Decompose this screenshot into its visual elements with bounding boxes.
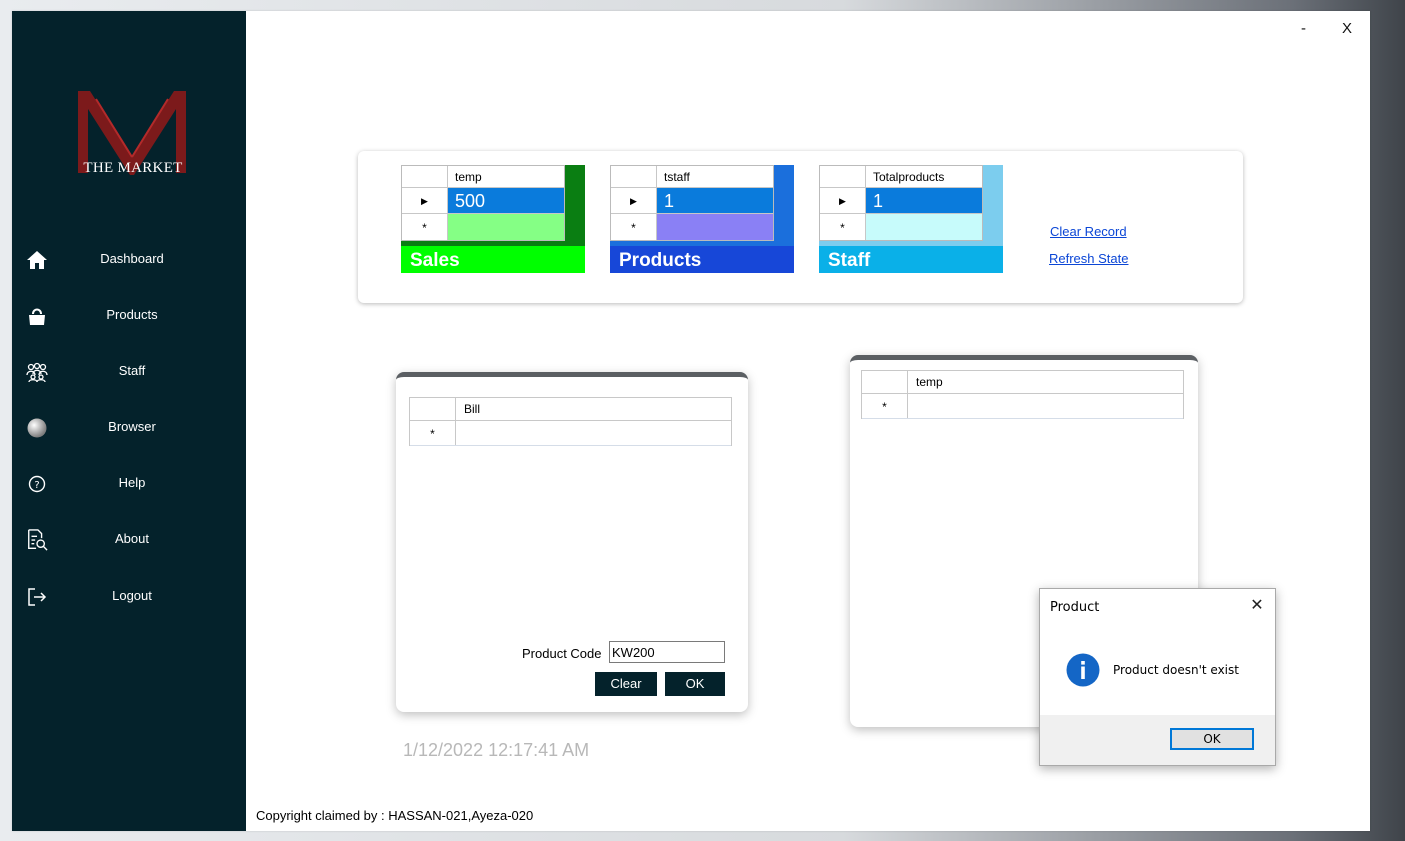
grid-header-row: tstaff: [611, 166, 773, 188]
grid-cell-value[interactable]: 1: [657, 188, 773, 213]
new-row-marker: *: [862, 394, 908, 418]
sidebar-item-staff[interactable]: Staff: [12, 351, 246, 391]
clear-record-link[interactable]: Clear Record: [1050, 224, 1127, 239]
grid-header-row: Totalproducts: [820, 166, 982, 188]
message-dialog: Product ✕ Product doesn't exist OK: [1039, 588, 1276, 766]
sidebar-item-label: Logout: [112, 588, 152, 603]
new-row-marker: *: [402, 214, 448, 240]
sidebar: THE MARKET Dashboard Products Staff Brow…: [12, 11, 246, 831]
dialog-title: Product: [1050, 600, 1100, 615]
sidebar-item-label: Browser: [108, 419, 156, 434]
dialog-ok-button[interactable]: OK: [1170, 728, 1254, 750]
grid-column-header: Totalproducts: [873, 170, 945, 184]
grid-corner: [862, 371, 908, 393]
sidebar-item-label: About: [115, 531, 149, 546]
sidebar-item-dashboard[interactable]: Dashboard: [12, 239, 246, 279]
sidebar-item-help[interactable]: ? Help: [12, 463, 246, 503]
row-pointer-icon: ▶: [820, 188, 866, 213]
grid-column-header: temp: [455, 170, 482, 184]
sidebar-item-label: Staff: [118, 363, 146, 378]
sales-tile: temp ▶ 500 * Sales: [401, 165, 585, 273]
sidebar-item-label: Products: [106, 307, 158, 322]
row-pointer-icon: ▶: [402, 188, 448, 213]
products-label: Products: [610, 246, 794, 273]
staff-label: Staff: [819, 246, 1003, 273]
grid-cell-value[interactable]: 1: [866, 188, 982, 213]
bill-grid[interactable]: Bill *: [409, 397, 732, 446]
products-grid[interactable]: tstaff ▶ 1 *: [610, 165, 774, 241]
new-row-marker: *: [611, 214, 657, 240]
close-button[interactable]: X: [1342, 20, 1352, 37]
grid-corner: [402, 166, 448, 187]
grid-corner: [820, 166, 866, 187]
bill-panel: Bill * Product Code Clear OK: [396, 372, 748, 712]
grid-header-row: temp: [862, 371, 1183, 394]
ok-button[interactable]: OK: [665, 672, 725, 696]
grid-header-row: temp: [402, 166, 564, 188]
sales-grid[interactable]: temp ▶ 500 *: [401, 165, 565, 241]
stats-card: temp ▶ 500 * Sales tstaff ▶ 1 * Products…: [358, 151, 1243, 303]
copyright: Copyright claimed by : HASSAN-021,Ayeza-…: [256, 808, 534, 823]
sidebar-item-label: Help: [118, 475, 146, 490]
sales-label: Sales: [401, 246, 585, 273]
dialog-close-button[interactable]: ✕: [1247, 595, 1267, 614]
sidebar-item-about[interactable]: About: [12, 519, 246, 559]
new-row-marker: *: [820, 214, 866, 240]
staff-grid[interactable]: Totalproducts ▶ 1 *: [819, 165, 983, 241]
grid-new-row[interactable]: *: [862, 394, 1183, 419]
grid-corner: [410, 398, 456, 420]
grid-cell-value[interactable]: 500: [448, 188, 564, 213]
grid-new-row[interactable]: *: [820, 214, 982, 240]
brand-logo: THE MARKET: [70, 87, 194, 187]
temp-grid[interactable]: temp *: [861, 370, 1184, 419]
grid-column-header: tstaff: [664, 170, 690, 184]
grid-column-header: temp: [916, 375, 943, 389]
new-row-marker: *: [410, 421, 456, 445]
dialog-message: Product doesn't exist: [1113, 663, 1239, 677]
grid-data-row[interactable]: ▶ 1: [611, 188, 773, 214]
product-code-label: Product Code: [522, 646, 602, 661]
product-code-input[interactable]: [609, 641, 725, 663]
row-pointer-icon: ▶: [611, 188, 657, 213]
clear-button[interactable]: Clear: [595, 672, 657, 696]
sidebar-item-label: Dashboard: [100, 251, 164, 266]
grid-header-row: Bill: [410, 398, 731, 421]
sidebar-item-logout[interactable]: Logout: [12, 576, 246, 616]
sidebar-item-products[interactable]: Products: [12, 295, 246, 335]
grid-new-cell[interactable]: [866, 214, 982, 240]
grid-new-row[interactable]: *: [410, 421, 731, 446]
grid-new-row[interactable]: *: [611, 214, 773, 240]
grid-new-row[interactable]: *: [402, 214, 564, 240]
grid-new-cell[interactable]: [448, 214, 564, 240]
brand-name: THE MARKET: [83, 160, 183, 176]
grid-new-cell[interactable]: [657, 214, 773, 240]
staff-tile: Totalproducts ▶ 1 * Staff: [819, 165, 1003, 273]
timestamp: 1/12/2022 12:17:41 AM: [403, 740, 590, 760]
sidebar-item-browser[interactable]: Browser: [12, 407, 246, 447]
products-tile: tstaff ▶ 1 * Products: [610, 165, 794, 273]
grid-corner: [611, 166, 657, 187]
refresh-state-link[interactable]: Refresh State: [1049, 251, 1129, 266]
grid-data-row[interactable]: ▶ 500: [402, 188, 564, 214]
grid-data-row[interactable]: ▶ 1: [820, 188, 982, 214]
info-icon: [1066, 653, 1100, 687]
minimize-button[interactable]: -: [1301, 20, 1306, 37]
grid-column-header: Bill: [464, 402, 481, 416]
